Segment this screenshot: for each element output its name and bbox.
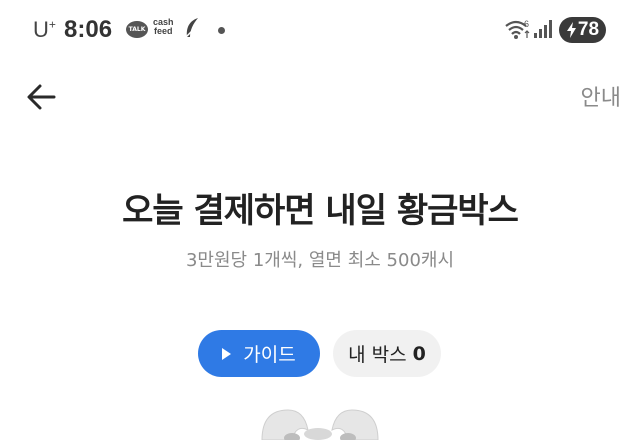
page-subtitle: 3만원당 1개씩, 열면 최소 500캐시: [185, 250, 455, 271]
my-box-count: 0: [412, 342, 426, 365]
notification-dot-icon: [218, 27, 225, 34]
cell-signal-icon: [533, 19, 553, 43]
my-box-button[interactable]: 내 박스 0: [333, 330, 441, 377]
arrow-left-icon: [27, 84, 56, 110]
page-title: 오늘 결제하면 내일 황금박스: [122, 191, 519, 231]
charging-bolt-icon: [566, 22, 576, 38]
cashfeed-icon: cash feed: [153, 17, 174, 36]
status-time: 8:06: [64, 16, 113, 43]
feather-icon: [183, 17, 201, 43]
battery-level: 78: [577, 19, 600, 40]
wifi-icon: 6: [504, 18, 532, 44]
back-button[interactable]: [24, 80, 60, 114]
earbuds-product-image: [258, 404, 382, 444]
status-bar: U+ 8:06 TALK cash feed 6 78: [0, 0, 640, 60]
my-box-label: 내 박스: [348, 344, 407, 366]
svg-text:6: 6: [524, 19, 529, 29]
kakaotalk-icon: TALK: [126, 21, 148, 38]
guide-button[interactable]: 가이드: [198, 330, 320, 377]
battery-indicator: 78: [559, 17, 606, 43]
info-link[interactable]: 안내: [581, 80, 621, 112]
play-icon: [222, 347, 232, 360]
guide-button-label: 가이드: [243, 344, 296, 366]
carrier-label: U+: [33, 17, 56, 42]
